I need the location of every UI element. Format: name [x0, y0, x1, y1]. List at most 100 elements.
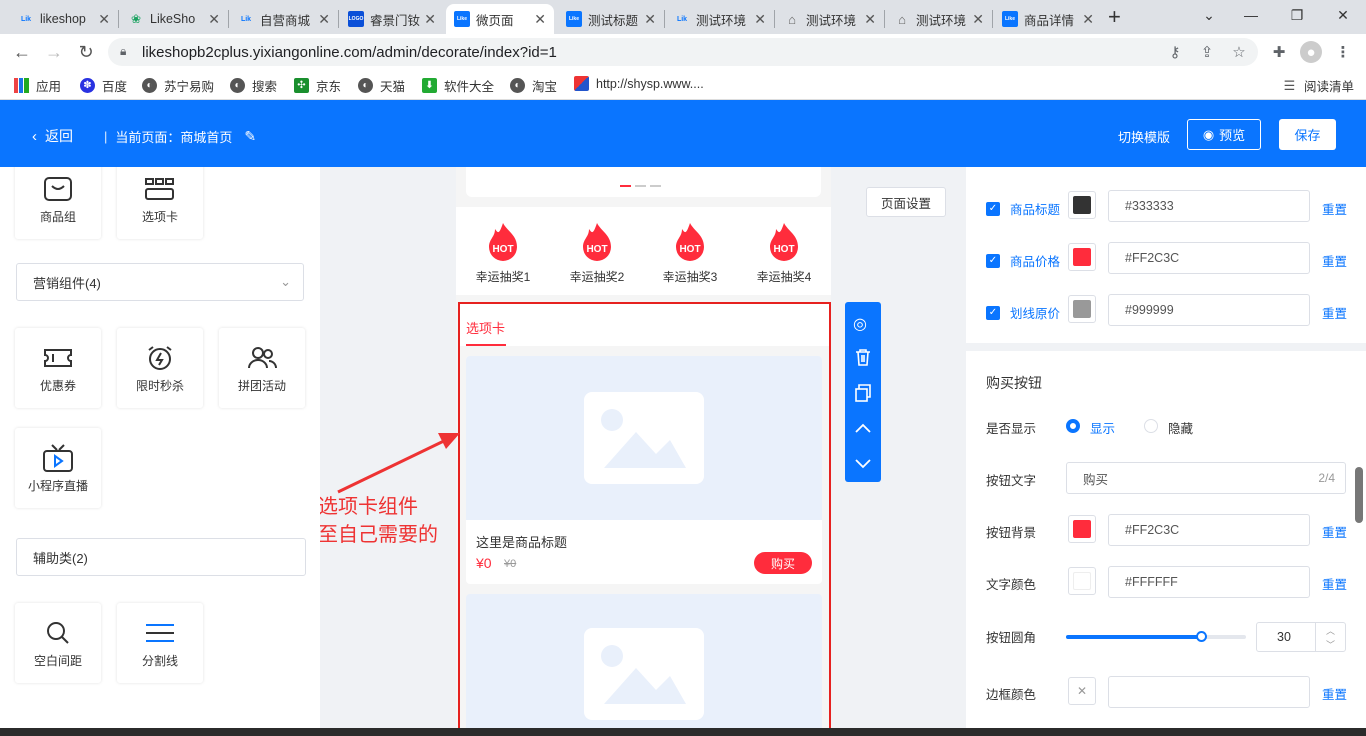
color-input[interactable]: #999999: [1108, 294, 1310, 326]
checkbox-checked[interactable]: ✓: [986, 305, 1000, 320]
copy-icon[interactable]: [854, 384, 872, 402]
browser-tab[interactable]: ⌂ 测试环境 ✕: [776, 4, 884, 34]
close-icon[interactable]: ✕: [318, 11, 330, 28]
close-icon[interactable]: ✕: [754, 11, 766, 28]
close-icon[interactable]: ✕: [1082, 11, 1094, 28]
checkbox-checked[interactable]: ✓: [986, 253, 1000, 268]
component-card-blank-space[interactable]: 空白间距: [15, 603, 101, 683]
slider-dot[interactable]: [635, 185, 646, 187]
forward-arrow-icon[interactable]: →: [42, 40, 66, 64]
chevron-up-icon[interactable]: ︿: [1326, 624, 1335, 637]
address-bar[interactable]: 🔒︎ likeshopb2cplus.yixiangonline.com/adm…: [108, 38, 1258, 66]
menu-icon[interactable]: ⋮: [1334, 43, 1352, 61]
close-icon[interactable]: ✕: [644, 11, 656, 28]
color-input[interactable]: #FFFFFF: [1108, 566, 1310, 598]
bookmark-jd[interactable]: ✣ 京东: [294, 76, 341, 95]
color-input[interactable]: [1108, 676, 1310, 708]
product-card[interactable]: [466, 594, 822, 728]
radio-label[interactable]: 显示: [1090, 418, 1115, 437]
chevron-down-icon[interactable]: [854, 458, 872, 470]
tab-search-icon[interactable]: ⌄: [1186, 0, 1232, 30]
browser-tab[interactable]: Like 测试标题 ✕: [558, 4, 664, 34]
reset-link[interactable]: 重置: [1322, 684, 1347, 703]
slider-dot[interactable]: [650, 185, 661, 187]
component-card-flash-sale[interactable]: 限时秒杀: [117, 328, 203, 408]
bookmark-taobao[interactable]: ◐ 淘宝: [510, 76, 557, 95]
color-swatch[interactable]: [1068, 243, 1096, 271]
nav-item[interactable]: HOT 幸运抽奖2: [566, 221, 628, 285]
browser-tab[interactable]: ❀ LikeSho ✕: [120, 4, 228, 34]
trash-icon[interactable]: [854, 348, 872, 366]
radio-label[interactable]: 隐藏: [1168, 418, 1193, 437]
reset-link[interactable]: 重置: [1322, 251, 1347, 270]
extensions-icon[interactable]: ✚: [1270, 43, 1288, 61]
browser-tab[interactable]: ⌂ 测试环境 ✕: [886, 4, 992, 34]
star-icon[interactable]: ☆: [1230, 43, 1248, 61]
radius-number-input[interactable]: 30 ︿ ﹀: [1256, 622, 1346, 652]
reload-icon[interactable]: ↻: [74, 40, 98, 64]
close-icon[interactable]: ✕: [534, 11, 546, 28]
color-swatch-empty[interactable]: ✕: [1068, 677, 1096, 705]
bookmark-baidu[interactable]: ✽ 百度: [80, 76, 127, 95]
browser-tab[interactable]: Lik 自营商城 ✕: [230, 4, 338, 34]
new-tab-button[interactable]: +: [1108, 4, 1121, 30]
browser-tab[interactable]: Lik likeshop ✕: [10, 4, 118, 34]
bookmark-suning[interactable]: ◐ 苏宁易购: [142, 76, 214, 95]
checkbox-checked[interactable]: ✓: [986, 201, 1000, 216]
marketing-group-select[interactable]: 营销组件(4) ⌄: [16, 263, 304, 301]
component-card-goods-group[interactable]: 商品组: [15, 167, 101, 239]
reset-link[interactable]: 重置: [1322, 522, 1347, 541]
bookmark-search[interactable]: ◐ 搜索: [230, 76, 277, 95]
close-icon[interactable]: ✕: [424, 11, 436, 28]
bookmark-software[interactable]: ⬇ 软件大全: [422, 76, 494, 95]
color-swatch[interactable]: [1068, 295, 1096, 323]
bookmark-shysp[interactable]: http://shysp.www....: [574, 76, 704, 91]
browser-tab[interactable]: LOGO 睿景门钕 ✕: [340, 4, 444, 34]
component-card-group-buy[interactable]: 拼团活动: [219, 328, 305, 408]
close-icon[interactable]: ✕: [208, 11, 220, 28]
reading-list[interactable]: ☰ 阅读清单: [1282, 76, 1354, 95]
save-button[interactable]: 保存: [1279, 119, 1336, 150]
component-card-tabs[interactable]: 选项卡: [117, 167, 203, 239]
color-swatch[interactable]: [1068, 515, 1096, 543]
aux-group-select[interactable]: 辅助类(2): [16, 538, 306, 576]
edit-pencil-icon[interactable]: ✎: [244, 128, 256, 145]
color-input[interactable]: #FF2C3C: [1108, 242, 1310, 274]
reset-link[interactable]: 重置: [1322, 574, 1347, 593]
key-icon[interactable]: ⚷: [1166, 43, 1184, 61]
close-icon[interactable]: ✕: [972, 11, 984, 28]
nav-item[interactable]: HOT 幸运抽奖4: [753, 221, 815, 285]
maximize-button[interactable]: ❐: [1274, 0, 1320, 30]
reset-link[interactable]: 重置: [1322, 303, 1347, 322]
back-arrow-icon[interactable]: ←: [10, 40, 34, 64]
bookmark-tmall[interactable]: ◐ 天猫: [358, 76, 405, 95]
profile-avatar-icon[interactable]: ●: [1300, 41, 1322, 63]
minimize-button[interactable]: —: [1228, 0, 1274, 30]
color-swatch[interactable]: [1068, 567, 1096, 595]
component-card-coupon[interactable]: 优惠券: [15, 328, 101, 408]
radio-checked[interactable]: [1066, 419, 1080, 433]
color-input[interactable]: #333333: [1108, 190, 1310, 222]
chevron-down-icon[interactable]: ﹀: [1326, 638, 1335, 651]
component-card-divider[interactable]: 分割线: [117, 603, 203, 683]
back-link[interactable]: ‹ 返回: [32, 126, 73, 146]
number-stepper[interactable]: ︿ ﹀: [1315, 623, 1345, 651]
close-icon[interactable]: ✕: [864, 11, 876, 28]
scrollbar-thumb[interactable]: [1355, 467, 1363, 523]
window-close-button[interactable]: ✕: [1320, 0, 1366, 30]
button-text-input[interactable]: 购买 2/4: [1066, 462, 1346, 494]
chevron-up-icon[interactable]: [854, 422, 872, 434]
radius-slider-track[interactable]: [1066, 631, 1246, 642]
radio-unchecked[interactable]: [1144, 419, 1158, 433]
browser-tab[interactable]: Like 商品详情 ✕: [994, 4, 1102, 34]
color-input[interactable]: #FF2C3C: [1108, 514, 1310, 546]
radius-slider-handle[interactable]: [1196, 631, 1207, 642]
buy-button[interactable]: 购买: [754, 552, 812, 574]
browser-tab-active[interactable]: Like 微页面 ✕: [446, 4, 554, 34]
browser-tab[interactable]: Lik 测试环境 ✕: [666, 4, 774, 34]
nav-item[interactable]: HOT 幸运抽奖3: [659, 221, 721, 285]
share-icon[interactable]: ⇪: [1198, 43, 1216, 61]
preview-button[interactable]: ◉ 预览: [1187, 119, 1261, 150]
bookmark-apps[interactable]: 应用: [14, 76, 61, 95]
eye-off-icon[interactable]: ◎: [853, 314, 867, 334]
